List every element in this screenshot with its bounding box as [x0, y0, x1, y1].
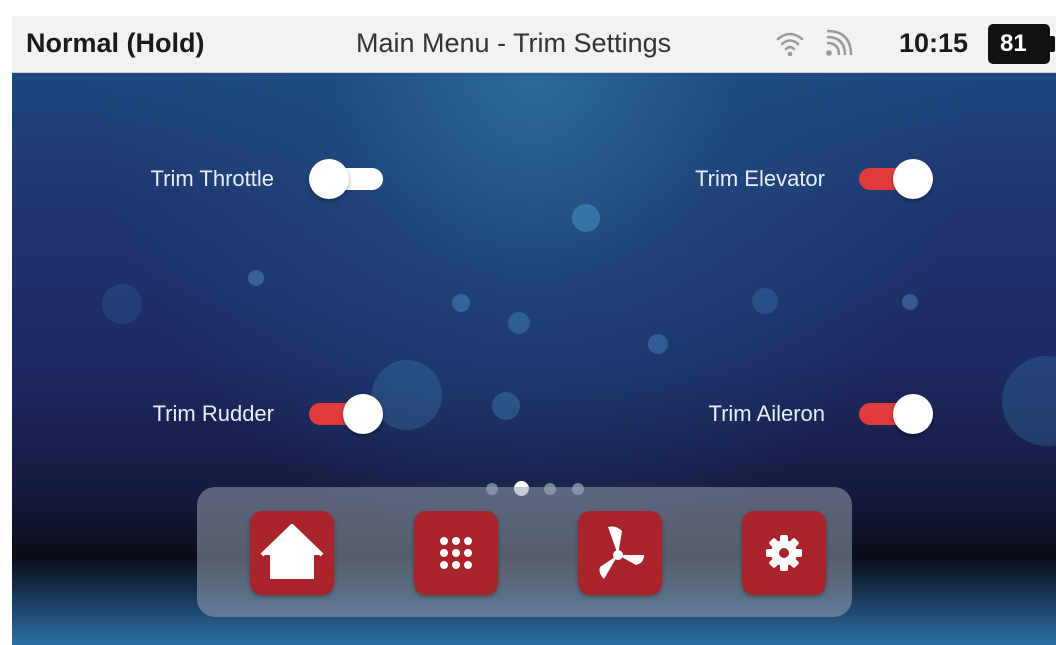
bokeh-light: [492, 392, 520, 420]
bokeh-light: [248, 270, 264, 286]
clock-time: 10:15: [899, 28, 969, 58]
bokeh-light: [902, 294, 918, 310]
trim-aileron-label: Trim Aileron: [708, 401, 825, 426]
toggle-knob: [309, 159, 349, 199]
battery-indicator: 81: [988, 24, 1050, 64]
toggle-knob: [893, 394, 933, 434]
trim-rudder-toggle[interactable]: [309, 394, 383, 434]
trim-throttle-label: Trim Throttle: [150, 166, 274, 191]
home-button[interactable]: [250, 511, 334, 595]
bokeh-light: [508, 312, 530, 334]
status-bar: Normal (Hold) Main Menu - Trim Settings …: [12, 16, 1056, 73]
apps-grid-button[interactable]: [414, 511, 498, 595]
wifi-icon: [776, 32, 804, 57]
bokeh-light: [102, 284, 142, 324]
gear-icon: [766, 535, 802, 571]
rss-signal-icon: [826, 29, 853, 56]
toggle-knob: [893, 159, 933, 199]
bokeh-light: [752, 288, 778, 314]
trim-aileron-toggle[interactable]: [859, 394, 933, 434]
trim-elevator-label: Trim Elevator: [695, 166, 825, 191]
bokeh-light: [1002, 356, 1056, 446]
page-title: Main Menu - Trim Settings: [356, 28, 672, 58]
bokeh-light: [648, 334, 668, 354]
bokeh-light: [452, 294, 470, 312]
bokeh-light: [572, 204, 600, 232]
toggle-knob: [343, 394, 383, 434]
flight-mode-label[interactable]: Normal (Hold): [26, 28, 205, 59]
trim-throttle-toggle[interactable]: [309, 159, 383, 199]
grid-apps-icon: [440, 537, 472, 569]
battery-level: 81: [1000, 30, 1027, 57]
propeller-icon: [599, 526, 644, 579]
bottom-dock: [197, 487, 852, 617]
trim-rudder-label: Trim Rudder: [152, 401, 274, 426]
battery-cap: [1050, 36, 1055, 52]
home-icon: [260, 524, 324, 579]
trim-elevator-toggle[interactable]: [859, 159, 933, 199]
model-propeller-button[interactable]: [578, 511, 662, 595]
settings-button[interactable]: [742, 511, 826, 595]
